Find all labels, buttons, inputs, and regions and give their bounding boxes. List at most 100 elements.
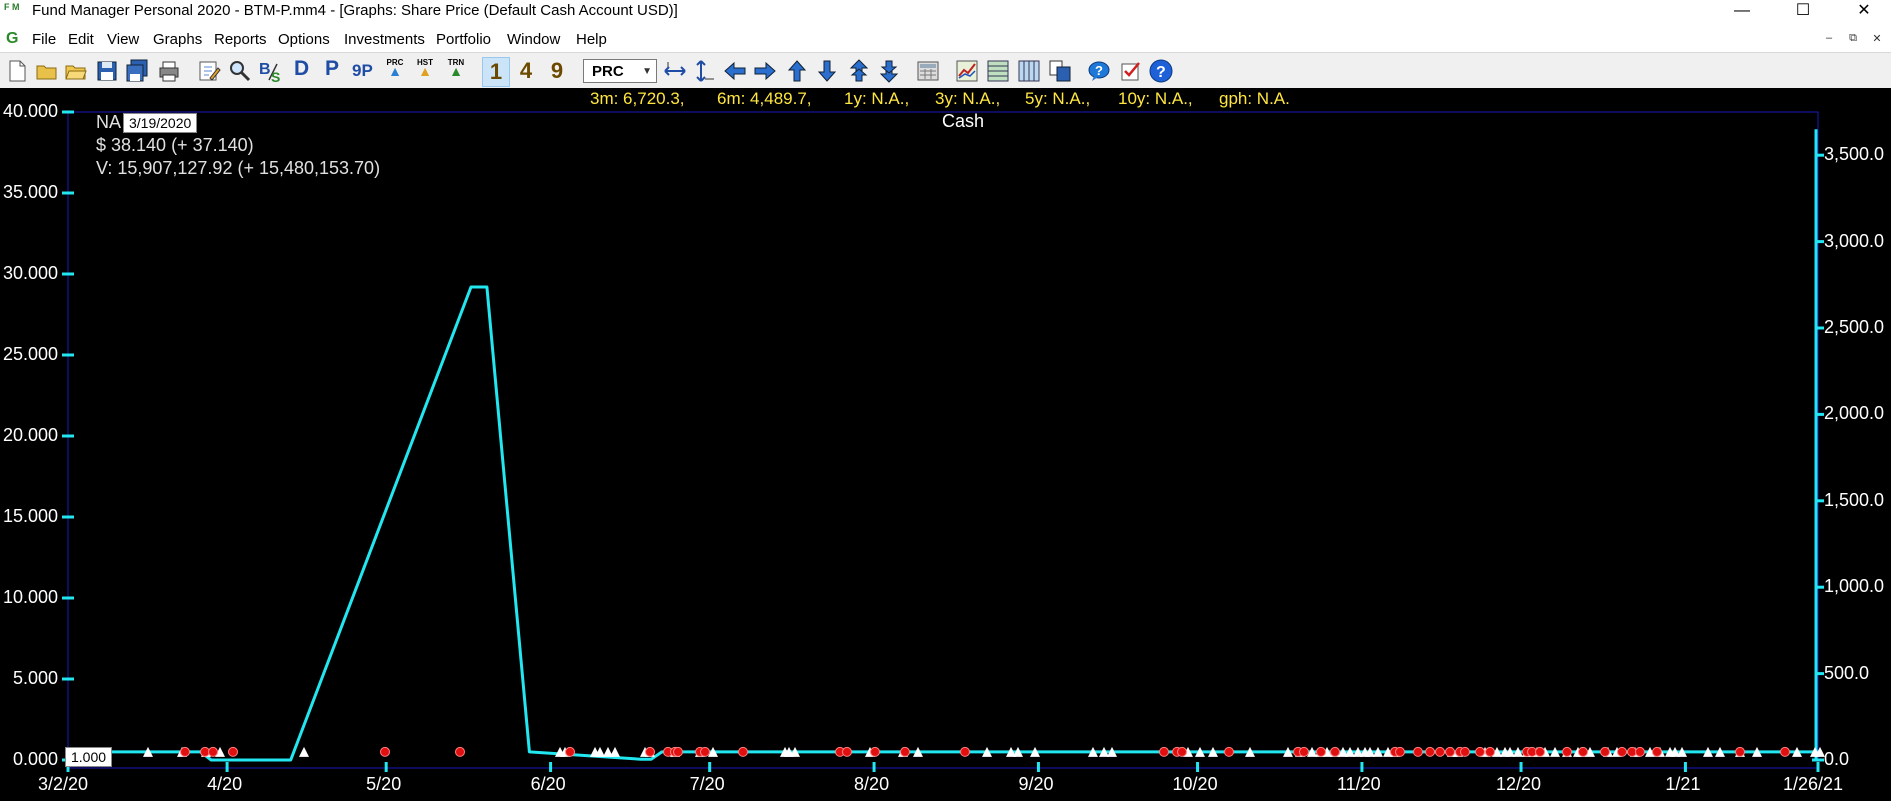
x-axis-tick-label: 11/20 (1336, 774, 1381, 794)
chevron-down-icon: ▼ (642, 66, 652, 77)
sell-marker (1535, 746, 1545, 757)
sell-marker (960, 746, 970, 757)
x-axis-tick-label: 10/20 (1172, 774, 1218, 794)
right-axis-tick-label: 3,000.0 (1824, 230, 1885, 251)
series-label: Cash (942, 111, 985, 131)
toolbar: BS D P 9P PRC ▲ HST ▲ TRN ▲ 1 4 9 PRC ▼ ? ? (0, 52, 1891, 90)
grid-horizontal-icon[interactable] (985, 58, 1011, 84)
left-axis-tick-label: 10.000 (2, 587, 58, 607)
graph-document-icon[interactable]: G (6, 30, 18, 48)
grid-vertical-icon[interactable] (1016, 58, 1042, 84)
menu-window[interactable]: Window (507, 31, 560, 48)
svg-text:S: S (271, 69, 280, 84)
checklist-icon[interactable] (1118, 58, 1144, 84)
sell-marker (870, 746, 880, 757)
save-icon[interactable] (94, 58, 120, 84)
arrow-up-double-icon[interactable] (846, 58, 872, 84)
sell-marker (1617, 746, 1627, 757)
expand-vertical-icon[interactable] (691, 58, 717, 84)
sell-marker (1735, 746, 1745, 757)
arrow-down-double-icon[interactable] (876, 58, 902, 84)
menu-options[interactable]: Options (278, 31, 330, 48)
right-axis-tick-label: 2,500.0 (1824, 317, 1885, 337)
sell-marker (565, 746, 575, 757)
svg-text:?: ? (1095, 63, 1103, 78)
svg-text:?: ? (1156, 64, 1166, 81)
right-axis-tick-label: 2,000.0 (1824, 403, 1885, 424)
menu-investments[interactable]: Investments (344, 31, 425, 48)
new-file-icon[interactable] (4, 58, 30, 84)
portfolio-button[interactable]: P (325, 57, 339, 81)
prc-upload-button[interactable]: PRC ▲ (382, 58, 408, 78)
sell-marker (208, 746, 218, 757)
line-chart-icon[interactable] (954, 58, 980, 84)
daily-prices-button[interactable]: D (294, 57, 309, 81)
open-folder-icon[interactable] (34, 58, 60, 84)
save-all-icon[interactable] (124, 58, 150, 84)
date-tooltip: 3/19/2020 (123, 113, 198, 133)
buy-sell-icon[interactable]: BS (257, 58, 283, 84)
arrow-down-icon[interactable] (814, 58, 840, 84)
price-chart[interactable] (0, 110, 1891, 801)
graph-type-select[interactable]: PRC ▼ (583, 59, 657, 83)
sell-marker (1780, 746, 1790, 757)
calculator-icon[interactable] (915, 58, 941, 84)
right-axis-tick-label: 1,500.0 (1824, 489, 1885, 510)
hst-upload-button[interactable]: HST ▲ (412, 58, 438, 78)
stat-6m: 6m: 4,489.7, (717, 89, 812, 108)
right-axis-tick-label: 1,000.0 (1824, 576, 1885, 597)
expand-horizontal-icon[interactable] (662, 58, 688, 84)
search-icon[interactable] (227, 58, 253, 84)
window-title: Fund Manager Personal 2020 - BTM-P.mm4 -… (32, 2, 678, 19)
sell-marker (455, 746, 465, 757)
buy-marker (299, 746, 309, 757)
help-icon[interactable]: ? (1148, 58, 1174, 84)
child-restore-icon[interactable]: ⧉ (1842, 32, 1864, 48)
sell-marker (1485, 746, 1495, 757)
period-1-button[interactable]: 1 (482, 57, 510, 87)
child-close-icon[interactable]: ✕ (1866, 32, 1888, 48)
right-axis-tick-label: 0.0 (1824, 749, 1850, 769)
x-axis-tick-label: 7/20 (689, 774, 725, 794)
edit-document-icon[interactable] (196, 58, 222, 84)
sell-marker (1475, 746, 1485, 757)
close-icon[interactable]: ✕ (1841, 0, 1887, 24)
menu-view[interactable]: View (107, 31, 139, 48)
menu-edit[interactable]: Edit (68, 31, 94, 48)
menu-help[interactable]: Help (576, 31, 607, 48)
copy-windows-icon[interactable] (1047, 58, 1073, 84)
portfolio-9p-button[interactable]: 9P (352, 61, 373, 81)
period-4-button[interactable]: 4 (513, 57, 539, 85)
menu-file[interactable]: File (32, 31, 56, 48)
menu-portfolio[interactable]: Portfolio (436, 31, 491, 48)
x-axis-tick-label: 12/20 (1496, 774, 1542, 794)
app-icon[interactable]: F M (4, 3, 24, 23)
print-icon[interactable] (156, 58, 182, 84)
menu-graphs[interactable]: Graphs (153, 31, 202, 48)
sell-marker (1224, 746, 1234, 757)
value-tooltip: 1.000 (65, 747, 113, 767)
open-folder-alt-icon[interactable] (63, 58, 89, 84)
right-axis-tick-label: 3,500.0 (1824, 144, 1885, 165)
plot-border (67, 111, 1819, 769)
period-9-button[interactable]: 9 (544, 57, 570, 85)
value-readout: V: 15,907,127.92 (+ 15,480,153.70) (96, 158, 381, 178)
maximize-icon[interactable]: ☐ (1780, 0, 1826, 24)
investment-name: NA (96, 112, 122, 132)
left-axis-tick-label: 20.000 (2, 425, 58, 445)
trn-upload-button[interactable]: TRN ▲ (443, 58, 469, 78)
arrow-right-icon[interactable] (752, 58, 778, 84)
sell-marker (1413, 746, 1423, 757)
sell-marker (1578, 746, 1588, 757)
arrow-up-icon[interactable] (784, 58, 810, 84)
menu-reports[interactable]: Reports (214, 31, 267, 48)
child-minimize-icon[interactable]: – (1818, 32, 1840, 48)
buy-marker (610, 746, 620, 757)
arrow-left-icon[interactable] (722, 58, 748, 84)
price-series-line (68, 285, 1818, 762)
sell-marker (1435, 746, 1445, 757)
sell-marker (1635, 746, 1645, 757)
help-chat-icon[interactable]: ? (1086, 58, 1112, 84)
x-axis-tick-label: 6/20 (530, 774, 566, 794)
minimize-icon[interactable]: — (1719, 0, 1765, 24)
